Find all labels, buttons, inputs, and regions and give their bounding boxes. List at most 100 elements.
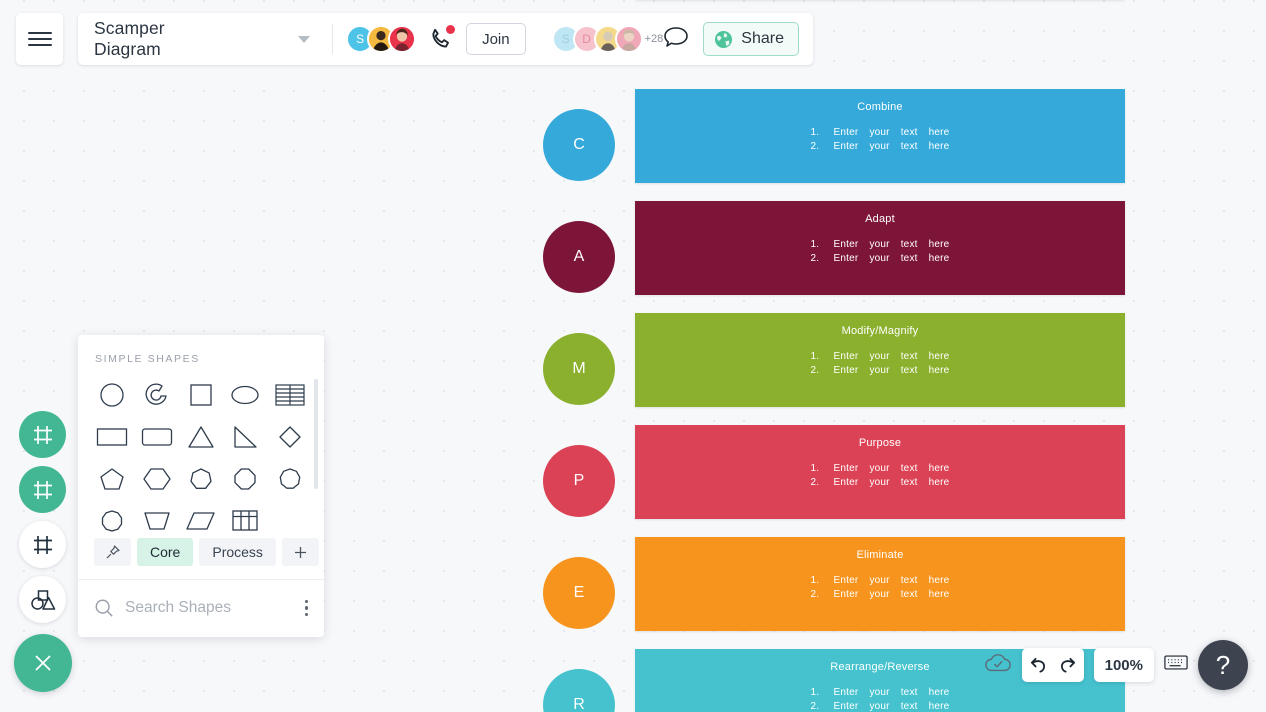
scamper-line-num: 1. <box>810 463 820 474</box>
add-category-tab[interactable] <box>281 538 319 566</box>
scamper-card-line[interactable]: 2. Enter your text here <box>811 253 950 264</box>
chevron-down-icon[interactable] <box>297 35 310 43</box>
shape-hexagon[interactable] <box>134 459 178 498</box>
scamper-line-num: 2. <box>810 253 820 264</box>
collaborator-overflow-count[interactable]: +28 <box>645 33 664 45</box>
scamper-letter: C <box>573 136 585 153</box>
scamper-line-w4: here <box>928 701 950 712</box>
scamper-card-title: Purpose <box>858 437 902 449</box>
menu-button[interactable] <box>16 13 63 65</box>
shapes-tool-button[interactable] <box>19 576 66 623</box>
search-input[interactable]: Search Shapes <box>125 599 231 617</box>
scamper-line-w4: here <box>928 463 950 474</box>
scamper-line-w2: your <box>869 365 890 376</box>
scamper-letter: E <box>573 584 585 601</box>
scamper-card-line[interactable]: 1. Enter your text here <box>811 463 950 474</box>
shape-rounded-rectangle[interactable] <box>134 417 178 456</box>
scamper-card[interactable]: Adapt 1. Enter your text here 2. Enter your text h… <box>635 201 1125 295</box>
scamper-line-num: 2. <box>810 477 820 488</box>
frame-tool-2-button[interactable] <box>19 466 66 513</box>
scamper-letter-bubble[interactable]: R <box>543 669 615 712</box>
frame-tool-1-button[interactable] <box>19 411 66 458</box>
scamper-letter-bubble[interactable]: P <box>543 445 615 517</box>
avatar-initial: S <box>356 32 365 46</box>
scamper-card-line[interactable]: 1. Enter your text here <box>811 687 950 698</box>
scamper-line-w1: Enter <box>833 365 859 376</box>
avatar[interactable] <box>388 25 417 53</box>
scamper-card[interactable]: Modify/Magnify 1. Enter your text here 2. Enter… <box>635 313 1125 407</box>
scamper-line-w3: text <box>900 141 918 152</box>
shape-octagon[interactable] <box>223 459 267 498</box>
scamper-card[interactable]: Purpose 1. Enter your text here 2. Enter your tex… <box>635 425 1125 519</box>
save-status-button[interactable] <box>984 652 1012 679</box>
shape-nonagon[interactable] <box>268 459 312 498</box>
cloud-check-icon <box>984 653 1011 671</box>
active-collaborators: S <box>346 25 417 53</box>
call-button[interactable] <box>428 25 456 52</box>
shape-square[interactable] <box>179 375 223 414</box>
close-toolbar-button[interactable] <box>14 634 72 692</box>
scamper-card-title: Adapt <box>865 213 895 225</box>
shape-arc[interactable] <box>134 375 178 414</box>
shape-diamond[interactable] <box>268 417 312 456</box>
shape-search-row[interactable]: Search Shapes <box>78 579 324 637</box>
tab-process[interactable]: Process <box>199 538 276 566</box>
redo-button[interactable] <box>1053 648 1084 682</box>
scamper-card[interactable]: Eliminate 1. Enter your text here 2. Enter your t… <box>635 537 1125 631</box>
scamper-letter-bubble[interactable]: C <box>543 109 615 181</box>
shape-parallelogram[interactable] <box>179 501 223 540</box>
scamper-line-num: 2. <box>810 589 820 600</box>
zoom-level-button[interactable]: 100% <box>1093 648 1154 682</box>
scamper-line-w2: your <box>869 589 890 600</box>
help-button[interactable]: ? <box>1198 640 1248 690</box>
scamper-card-line[interactable]: 1. Enter your text here <box>811 239 950 250</box>
scamper-card-line[interactable]: 1. Enter your text here <box>811 351 950 362</box>
join-call-button[interactable]: Join <box>466 23 526 55</box>
scamper-line-w2: your <box>869 463 890 474</box>
comment-button[interactable] <box>663 25 689 54</box>
frame-tool-3-button[interactable] <box>19 521 66 568</box>
avatar[interactable] <box>614 25 643 53</box>
share-button[interactable]: Share <box>703 22 799 56</box>
shape-circle[interactable] <box>90 375 134 414</box>
shape-table[interactable] <box>223 501 267 540</box>
shape-decagon[interactable] <box>90 501 134 540</box>
shape-rectangle[interactable] <box>90 417 134 456</box>
scamper-line-w2: your <box>869 701 890 712</box>
frame-icon <box>33 535 52 554</box>
scamper-card[interactable]: Combine 1. Enter your text here 2. Enter your tex… <box>635 89 1125 183</box>
scamper-letter-bubble[interactable]: M <box>543 333 615 405</box>
shape-grid <box>78 365 324 540</box>
shape-right-triangle[interactable] <box>223 417 267 456</box>
shape-pentagon[interactable] <box>90 459 134 498</box>
kebab-menu-icon[interactable] <box>304 599 308 617</box>
scamper-card-line[interactable]: 1. Enter your text here <box>811 127 950 138</box>
scamper-card-line[interactable]: 2. Enter your text here <box>811 589 950 600</box>
shape-ellipse[interactable] <box>223 375 267 414</box>
pin-tab[interactable] <box>94 538 131 566</box>
scamper-letter-bubble[interactable]: E <box>543 557 615 629</box>
shape-triangle[interactable] <box>179 417 223 456</box>
close-icon <box>35 655 51 671</box>
scamper-card-line[interactable]: 2. Enter your text here <box>811 477 950 488</box>
shape-empty-slot <box>268 501 312 540</box>
scamper-card-line[interactable]: 2. Enter your text here <box>811 701 950 712</box>
tab-core[interactable]: Core <box>137 538 194 566</box>
undo-button[interactable] <box>1022 648 1053 682</box>
scamper-letter-bubble[interactable]: A <box>543 221 615 293</box>
avatar-photo <box>616 27 641 51</box>
shape-lined-note[interactable] <box>268 375 312 414</box>
avatar-initial: D <box>582 32 591 46</box>
scamper-card-line[interactable]: 1. Enter your text here <box>811 575 950 586</box>
page-title[interactable]: Scamper Diagram <box>94 18 170 60</box>
shape-trapezoid[interactable] <box>134 501 178 540</box>
scamper-line-w1: Enter <box>833 239 859 250</box>
scamper-card-line[interactable]: 2. Enter your text here <box>811 141 950 152</box>
shapes-scrollbar[interactable] <box>314 379 318 489</box>
scamper-line-w4: here <box>928 127 950 138</box>
hamburger-icon <box>27 28 52 50</box>
scamper-line-w2: your <box>869 477 890 488</box>
scamper-card-line[interactable]: 2. Enter your text here <box>811 365 950 376</box>
keyboard-shortcuts-button[interactable] <box>1164 654 1188 676</box>
shape-heptagon[interactable] <box>179 459 223 498</box>
